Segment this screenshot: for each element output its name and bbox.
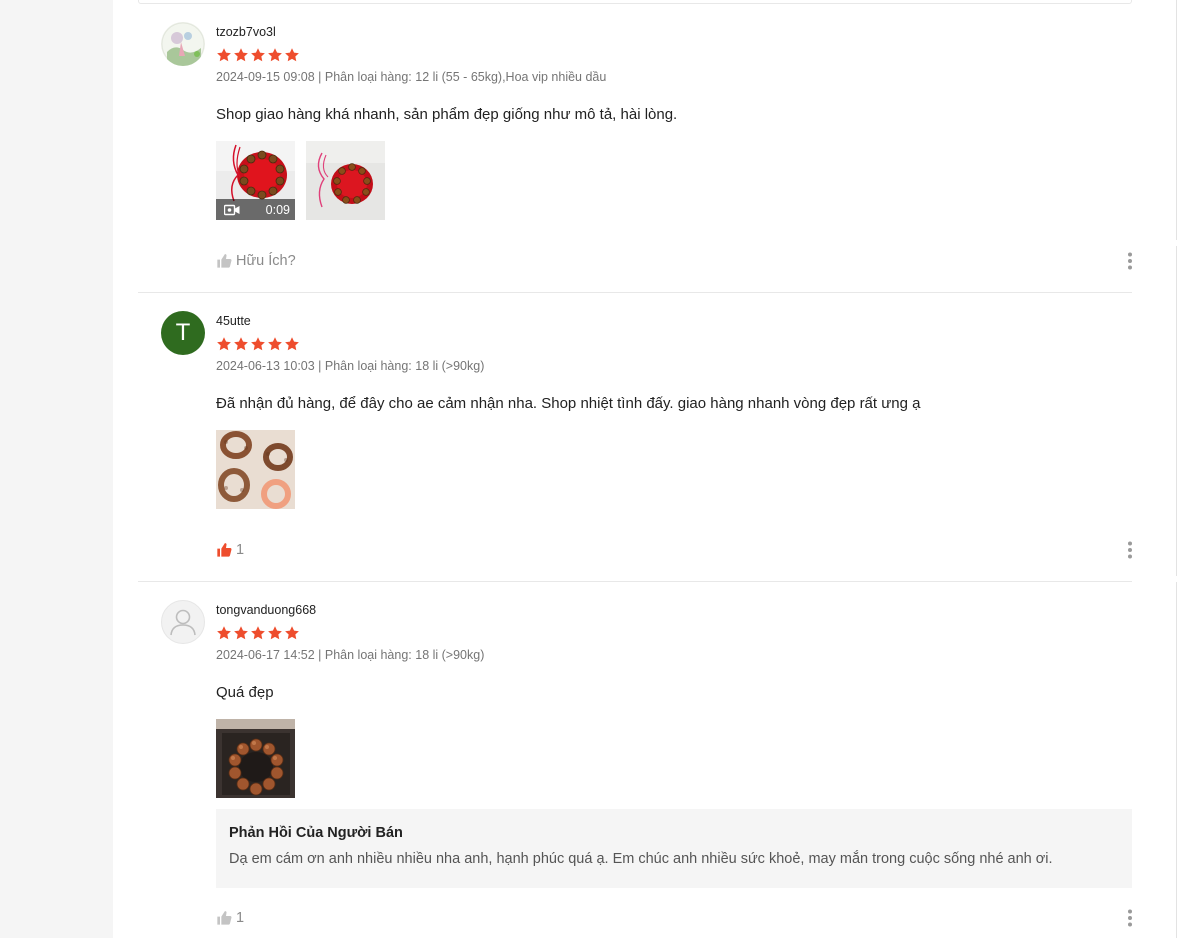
right-gutter-line	[1176, 0, 1177, 240]
review-meta: 2024-06-17 14:52 | Phân loại hàng: 18 li…	[216, 648, 485, 662]
star-icon	[216, 625, 232, 641]
video-duration-bar: 0:09	[216, 199, 295, 220]
review-media: 0:09	[216, 141, 385, 220]
more-options-icon[interactable]	[1126, 252, 1134, 270]
star-icon	[267, 336, 283, 352]
review-meta: 2024-06-13 10:03 | Phân loại hàng: 18 li…	[216, 359, 485, 373]
thumbs-up-icon	[216, 542, 232, 558]
avatar[interactable]	[161, 22, 205, 66]
review-content: Đã nhận đủ hàng, để đây cho ae cảm nhận …	[216, 395, 921, 412]
star-icon	[267, 625, 283, 641]
review-media	[216, 430, 295, 509]
star-icon	[284, 47, 300, 63]
helpful-count: 1	[236, 542, 245, 558]
more-options-icon[interactable]	[1126, 909, 1134, 927]
helpful-button[interactable]: 1	[216, 910, 244, 926]
star-icon	[233, 625, 249, 641]
default-user-icon	[170, 609, 196, 636]
review-image-thumbnail[interactable]	[306, 141, 385, 220]
review-content: Shop giao hàng khá nhanh, sản phẩm đẹp g…	[216, 106, 678, 123]
video-duration: 0:09	[265, 202, 290, 217]
review-image-thumbnail[interactable]	[216, 719, 295, 798]
review-content: Quá đẹp	[216, 684, 274, 701]
more-options-icon[interactable]	[1126, 541, 1134, 559]
avatar-letter: T	[176, 320, 190, 346]
seller-reply-text: Dạ em cám ơn anh nhiều nhiều nha anh, hạ…	[229, 851, 1053, 867]
star-icon	[284, 625, 300, 641]
star-icon	[284, 336, 300, 352]
star-icon	[250, 47, 266, 63]
seller-reply: Phản Hồi Của Người Bán Dạ em cám ơn anh …	[216, 809, 1132, 888]
review-item: tongvanduong668 2024-06-17 14:52 | Phân …	[138, 582, 1132, 938]
star-icon	[250, 336, 266, 352]
right-gutter-line	[1176, 582, 1177, 938]
star-icon	[233, 336, 249, 352]
review-item: tzozb7vo3l 2024-09-15 09:08 | Phân loại …	[138, 0, 1132, 293]
star-rating	[216, 47, 300, 63]
star-icon	[233, 47, 249, 63]
review-item: T 45utte 2024-06-13 10:03 | Phân loại hà…	[138, 293, 1132, 582]
star-icon	[267, 47, 283, 63]
star-icon	[250, 625, 266, 641]
star-icon	[216, 47, 232, 63]
review-image-thumbnail[interactable]	[216, 430, 295, 509]
thumbs-up-icon	[216, 910, 232, 926]
review-meta: 2024-09-15 09:08 | Phân loại hàng: 12 li…	[216, 70, 607, 84]
reviewer-username: tzozb7vo3l	[216, 25, 276, 39]
helpful-count: 1	[236, 910, 245, 926]
right-gutter-line	[1176, 246, 1177, 576]
reviewer-username: tongvanduong668	[216, 603, 317, 617]
helpful-label: Hữu Ích?	[236, 253, 296, 269]
avatar[interactable]	[161, 600, 205, 644]
reviewer-username: 45utte	[216, 314, 251, 328]
video-camera-icon	[224, 204, 240, 215]
helpful-button[interactable]: Hữu Ích?	[216, 253, 296, 269]
review-media	[216, 719, 295, 798]
thumbs-up-icon	[216, 253, 232, 269]
review-video-thumbnail[interactable]: 0:09	[216, 141, 295, 220]
star-icon	[216, 336, 232, 352]
star-rating	[216, 336, 300, 352]
helpful-button[interactable]: 1	[216, 542, 244, 558]
star-rating	[216, 625, 300, 641]
avatar[interactable]: T	[161, 311, 205, 355]
seller-reply-title: Phản Hồi Của Người Bán	[229, 825, 403, 841]
